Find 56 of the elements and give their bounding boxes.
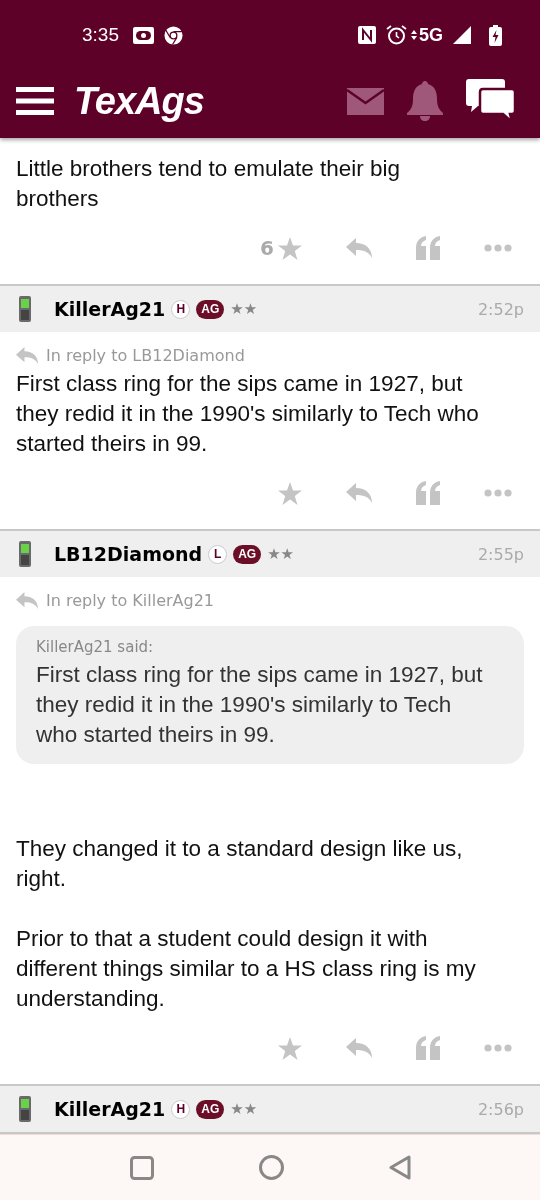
reply-icon[interactable] [346, 1038, 372, 1058]
star-icon [278, 236, 302, 260]
rank-stars: ★★ [230, 1100, 258, 1118]
browser-icon [164, 25, 183, 45]
reply-icon[interactable] [346, 238, 372, 258]
phone-icon [18, 1096, 32, 1122]
like-button[interactable] [278, 481, 302, 505]
user-badge: H [171, 1099, 191, 1119]
quote-author: KillerAg21 said: [36, 638, 155, 656]
back-icon[interactable] [388, 1155, 411, 1180]
more-icon[interactable] [484, 1044, 512, 1052]
more-icon[interactable] [484, 244, 512, 252]
user-badge: H [171, 299, 191, 319]
post-time: 2:56p [477, 1099, 524, 1119]
phone-icon [18, 296, 32, 322]
phone-icon [18, 541, 32, 567]
rank-stars: ★★ [230, 300, 258, 318]
star-icon [278, 481, 302, 505]
star-icon [278, 1036, 302, 1060]
post-time: 2:55p [477, 544, 524, 564]
username[interactable]: LB12Diamond [54, 543, 203, 565]
quote-text: First class ring for the sips came in 1927, but they redid it in the 1990's similarly to Tech who started theirs in 99. [36, 661, 484, 749]
like-count: 6 [260, 236, 274, 260]
username[interactable]: KillerAg21 [54, 298, 166, 320]
post-text: Little brothers tend to emulate their big brothers [15, 155, 401, 213]
rank-stars: ★★ [267, 545, 295, 563]
network-type: 5G [419, 24, 443, 46]
username[interactable]: KillerAg21 [54, 1098, 166, 1120]
signal-icon [453, 26, 471, 44]
home-icon[interactable] [258, 1155, 284, 1180]
mail-icon[interactable] [347, 87, 384, 115]
like-button[interactable] [278, 1036, 302, 1060]
battery-icon [489, 24, 502, 46]
post-time: 2:52p [477, 299, 524, 319]
post-text: First class ring for the sips came in 1927, but they redid it in the 1990's similarly to Tech who started theirs in 99. [15, 370, 480, 458]
reply-icon [16, 592, 38, 609]
more-icon[interactable] [484, 489, 512, 497]
user-badge: AG [196, 299, 225, 319]
reply-icon [16, 347, 38, 364]
nfc-icon [358, 26, 376, 44]
quote-icon[interactable] [416, 236, 440, 260]
bell-icon[interactable] [406, 81, 444, 121]
user-badge: AG [196, 1099, 225, 1119]
status-time: 3:35 [82, 24, 119, 46]
reply-icon[interactable] [346, 483, 372, 503]
menu-icon[interactable] [16, 87, 54, 115]
screen-record-icon [133, 26, 154, 44]
data-arrows-icon [411, 29, 417, 41]
quote-icon[interactable] [416, 1036, 440, 1060]
quote-icon[interactable] [416, 481, 440, 505]
user-badge: L [208, 544, 228, 564]
alarm-icon [386, 25, 407, 45]
recents-icon[interactable] [129, 1155, 154, 1180]
logo[interactable]: TexAgs [74, 79, 204, 123]
post-text: They changed it to a standard design like us, right. Prior to that a student could design it with different things similar to a HS class ring is my understanding. [15, 835, 477, 1013]
user-badge: AG [233, 544, 262, 564]
